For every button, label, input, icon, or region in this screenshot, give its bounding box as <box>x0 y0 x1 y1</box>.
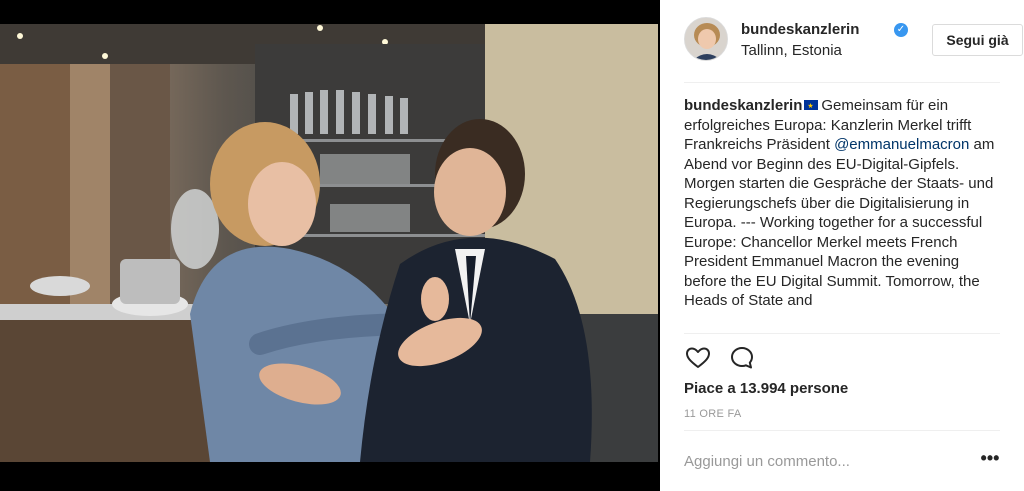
post-photo-frame <box>0 0 660 491</box>
photo-illustration <box>0 24 658 462</box>
avatar[interactable] <box>684 17 728 61</box>
verified-badge-icon: ✓ <box>894 23 908 37</box>
more-options-icon[interactable]: ••• <box>978 448 1002 472</box>
post-location[interactable]: Tallinn, Estonia <box>741 42 842 59</box>
comment-input[interactable] <box>684 448 954 474</box>
heart-icon[interactable] <box>684 344 712 372</box>
caption-divider <box>684 333 1000 334</box>
header-divider <box>684 82 1000 83</box>
comment-bubble-icon[interactable] <box>728 344 756 372</box>
comment-divider <box>684 430 1000 431</box>
avatar-image <box>685 18 727 60</box>
post-actions <box>684 344 804 372</box>
eu-flag-icon <box>804 97 819 117</box>
likes-count[interactable]: Piace a 13.994 persone <box>684 380 848 397</box>
following-button[interactable]: Segui già <box>932 24 1023 56</box>
post-username[interactable]: bundeskanzlerin <box>741 21 859 38</box>
caption-username[interactable]: bundeskanzlerin <box>684 97 802 114</box>
post-side-panel: bundeskanzlerin ✓ Tallinn, Estonia Segui… <box>660 0 1024 491</box>
caption-text-part-2: am Abend vor Beginn des EU-Digital-Gipfe… <box>684 136 995 309</box>
post-photo[interactable] <box>0 24 658 462</box>
post-header: bundeskanzlerin ✓ Tallinn, Estonia Segui… <box>684 17 1023 65</box>
caption-mention-link[interactable]: @emmanuelmacron <box>834 136 969 153</box>
post-caption: bundeskanzlerinGemeinsam für ein erfolgr… <box>684 96 1004 332</box>
post-timestamp[interactable]: 11 ORE FA <box>684 408 742 420</box>
